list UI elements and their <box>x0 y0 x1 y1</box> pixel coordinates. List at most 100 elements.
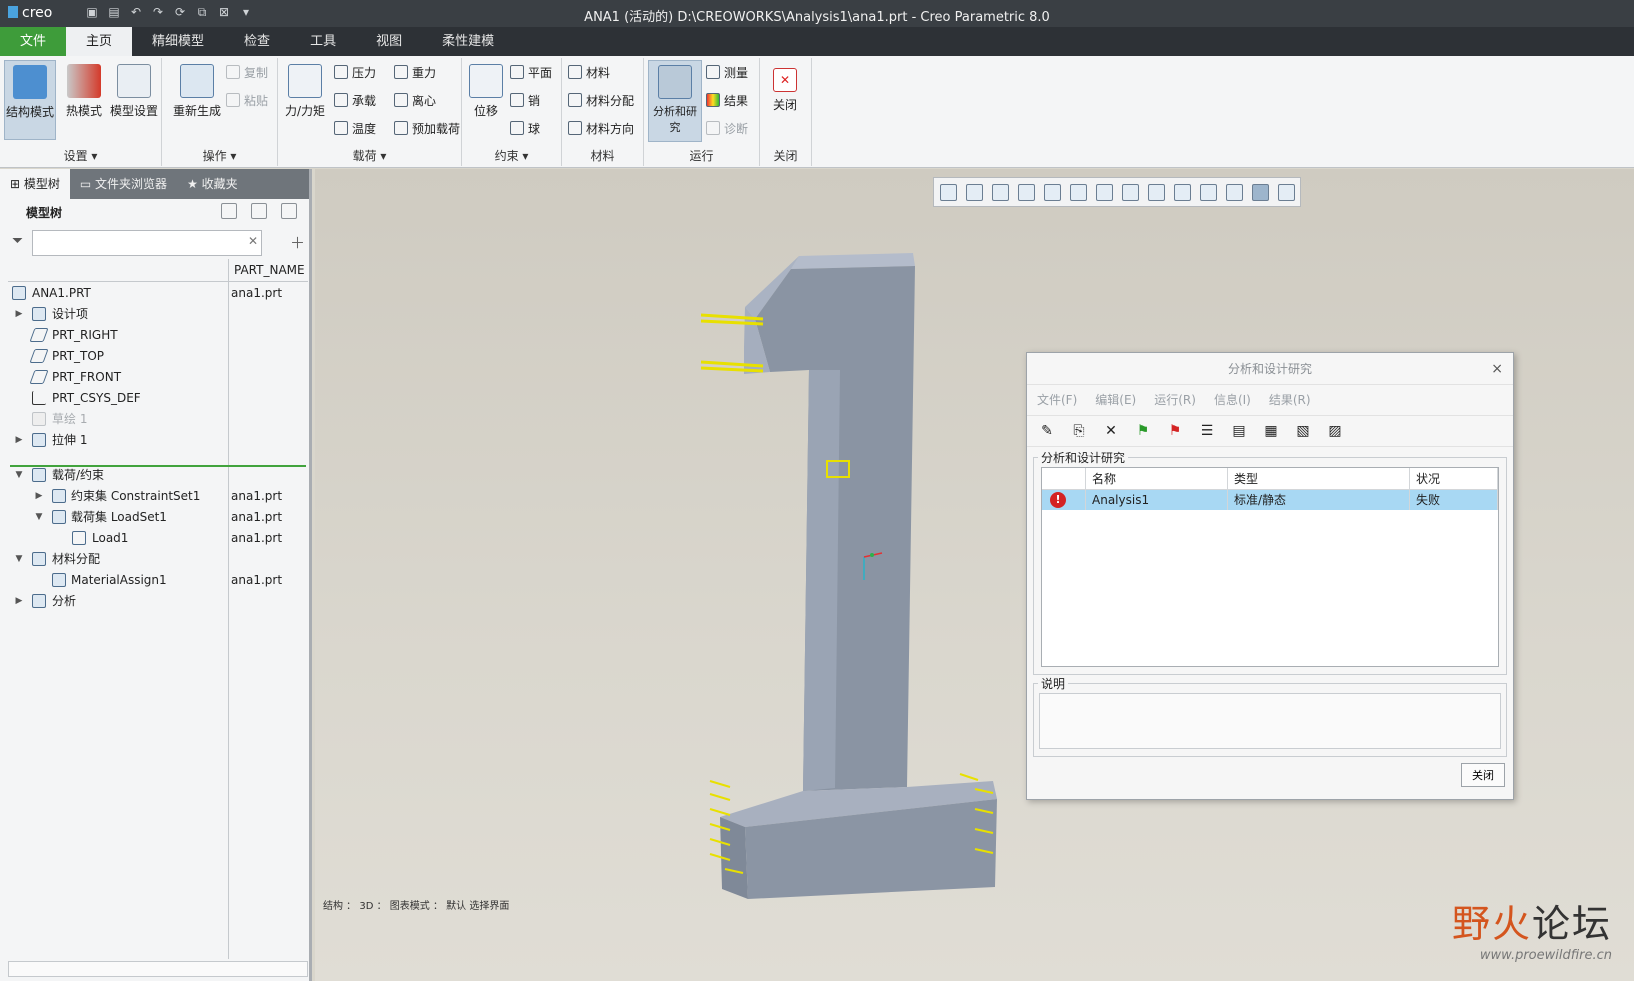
collapse-icon[interactable]: ▼ <box>34 506 44 528</box>
tree-item-load-set1[interactable]: ▼ 载荷集 LoadSet1 ana1.prt <box>0 506 306 528</box>
analysis-list[interactable]: 名称 类型 状况 ! Analysis1 标准/静态 失败 <box>1041 467 1499 667</box>
tree-item-sketch-1[interactable]: 草绘 1 <box>0 408 306 430</box>
pin-button[interactable]: 销 <box>510 90 540 112</box>
diagnose-button[interactable]: 诊断 <box>706 118 748 140</box>
tree-item-extrude-1[interactable]: ▶ 拉伸 1 <box>0 429 306 451</box>
regenerate-button[interactable]: 重新生成 <box>166 60 228 140</box>
column-name[interactable]: 名称 <box>1086 468 1228 489</box>
tree-item-material-assignment[interactable]: ▼ 材料分配 <box>0 548 306 570</box>
tree-item-prt-top[interactable]: PRT_TOP <box>0 345 306 367</box>
simulation-display-icon[interactable] <box>1226 183 1243 201</box>
tree-item-prt-right[interactable]: PRT_RIGHT <box>0 324 306 346</box>
model-setup-button[interactable]: 模型设置 <box>106 60 162 140</box>
tab-refine-model[interactable]: 精细模型 <box>132 27 224 56</box>
expand-icon[interactable]: ▶ <box>14 590 24 612</box>
tab-inspect[interactable]: 检查 <box>224 27 290 56</box>
tab-view[interactable]: 视图 <box>356 27 422 56</box>
tab-folder-browser[interactable]: ▭ 文件夹浏览器 <box>70 169 177 199</box>
tree-item-material-assign1[interactable]: MaterialAssign1 ana1.prt <box>0 569 306 591</box>
zoom-out-icon[interactable] <box>992 183 1009 201</box>
simulation-entities-icon[interactable] <box>1278 183 1295 201</box>
funnel-icon[interactable]: ⏷ <box>12 233 23 249</box>
refit-icon[interactable] <box>940 183 957 201</box>
menu-run[interactable]: 运行(R) <box>1154 385 1196 415</box>
column-status[interactable]: 状况 <box>1410 468 1498 489</box>
expand-icon[interactable]: ▶ <box>14 429 24 451</box>
start-flag-icon[interactable]: ⚑ <box>1133 421 1153 441</box>
tree-item-loads-constraints[interactable]: ▼ 载荷/约束 <box>0 464 306 486</box>
structure-mode-button[interactable]: 结构模式 <box>4 60 56 140</box>
edit-pencil-icon[interactable]: ✎ <box>1037 421 1057 441</box>
menu-edit[interactable]: 编辑(E) <box>1095 385 1136 415</box>
copy-button[interactable]: 复制 <box>226 62 268 84</box>
view-manager-icon[interactable] <box>1096 183 1113 201</box>
tab-file[interactable]: 文件 <box>0 27 67 56</box>
material-button[interactable]: 材料 <box>568 62 610 84</box>
tree-item-load1[interactable]: Load1 ana1.prt <box>0 527 306 549</box>
material-orientation-button[interactable]: 材料方向 <box>568 118 634 140</box>
bearing-button[interactable]: 承载 <box>334 90 376 112</box>
displacement-button[interactable]: 位移 <box>464 60 508 140</box>
results-button[interactable]: 结果 <box>706 90 748 112</box>
perspective-icon[interactable] <box>1122 183 1139 201</box>
tab-model-tree[interactable]: ⊞ 模型树 <box>0 169 70 199</box>
centrifugal-button[interactable]: 离心 <box>394 90 436 112</box>
report-icon[interactable]: ▧ <box>1293 421 1313 441</box>
group-label-loads[interactable]: 载荷 ▾ <box>278 147 461 164</box>
repaint-icon[interactable] <box>1018 183 1035 201</box>
display-style-icon[interactable] <box>1044 183 1061 201</box>
delete-icon[interactable]: ✕ <box>1101 421 1121 441</box>
tab-flexible-modeling[interactable]: 柔性建模 <box>422 27 514 56</box>
measure-button[interactable]: 测量 <box>706 62 748 84</box>
tree-item-prt-front[interactable]: PRT_FRONT <box>0 366 306 388</box>
menu-results[interactable]: 结果(R) <box>1269 385 1311 415</box>
dialog-title-bar[interactable]: 分析和设计研究 × <box>1027 353 1513 385</box>
tree-item-design-items[interactable]: ▶ 设计项 <box>0 303 306 325</box>
datum-display-icon[interactable] <box>1174 183 1191 201</box>
paste-button[interactable]: 粘贴 <box>226 90 268 112</box>
tab-home[interactable]: 主页 <box>66 27 133 56</box>
gravity-button[interactable]: 重力 <box>394 62 436 84</box>
tree-settings-icon[interactable] <box>221 203 237 219</box>
spin-center-icon[interactable] <box>1200 183 1217 201</box>
plane-button[interactable]: 平面 <box>510 62 552 84</box>
saved-orientations-icon[interactable] <box>1070 183 1087 201</box>
menu-info[interactable]: 信息(I) <box>1214 385 1251 415</box>
tree-item-analysis[interactable]: ▶ 分析 <box>0 590 306 612</box>
stop-flag-icon[interactable]: ⚑ <box>1165 421 1185 441</box>
column-part-name[interactable]: PART_NAME <box>234 263 305 277</box>
analysis-studies-button[interactable]: 分析和研究 <box>648 60 702 142</box>
group-label-constraints[interactable]: 约束 ▾ <box>462 147 561 164</box>
tree-item-prt-csys-def[interactable]: PRT_CSYS_DEF <box>0 387 306 409</box>
material-assign-button[interactable]: 材料分配 <box>568 90 634 112</box>
tab-tools[interactable]: 工具 <box>290 27 356 56</box>
summary-icon[interactable]: ▤ <box>1229 421 1249 441</box>
review-results-icon[interactable]: ▦ <box>1261 421 1281 441</box>
clear-icon[interactable]: ✕ <box>248 234 258 248</box>
dialog-close-button[interactable]: 关闭 <box>1461 763 1505 787</box>
horizontal-scrollbar[interactable] <box>8 961 308 977</box>
ball-button[interactable]: 球 <box>510 118 540 140</box>
tree-item-constraint-set1[interactable]: ▶ 约束集 ConstraintSet1 ana1.prt <box>0 485 306 507</box>
thermal-mode-button[interactable]: 热模式 <box>58 60 110 140</box>
expand-icon[interactable]: ▶ <box>14 303 24 325</box>
export-icon[interactable]: ▨ <box>1325 421 1345 441</box>
collapse-icon[interactable]: ▼ <box>14 548 24 570</box>
pressure-button[interactable]: 压力 <box>334 62 376 84</box>
add-icon[interactable]: ＋ <box>290 232 305 253</box>
column-type[interactable]: 类型 <box>1228 468 1410 489</box>
zoom-in-icon[interactable] <box>966 183 983 201</box>
annotation-display-icon[interactable] <box>1148 183 1165 201</box>
status-icon[interactable]: ☰ <box>1197 421 1217 441</box>
temperature-button[interactable]: 温度 <box>334 118 376 140</box>
copy-icon[interactable]: ⎘ <box>1069 421 1089 441</box>
mesh-display-icon[interactable] <box>1252 183 1269 201</box>
tree-item-ana1-prt[interactable]: ANA1.PRT ana1.prt <box>0 282 306 304</box>
dialog-close-icon[interactable]: × <box>1491 353 1503 385</box>
expand-icon[interactable]: ▶ <box>34 485 44 507</box>
group-label-operations[interactable]: 操作 ▾ <box>162 147 277 164</box>
tab-favorites[interactable]: ★ 收藏夹 <box>177 169 248 199</box>
tree-search-input[interactable] <box>32 230 262 256</box>
preload-button[interactable]: 预加载荷 <box>394 118 460 140</box>
group-label-settings[interactable]: 设置 ▾ <box>0 147 161 164</box>
